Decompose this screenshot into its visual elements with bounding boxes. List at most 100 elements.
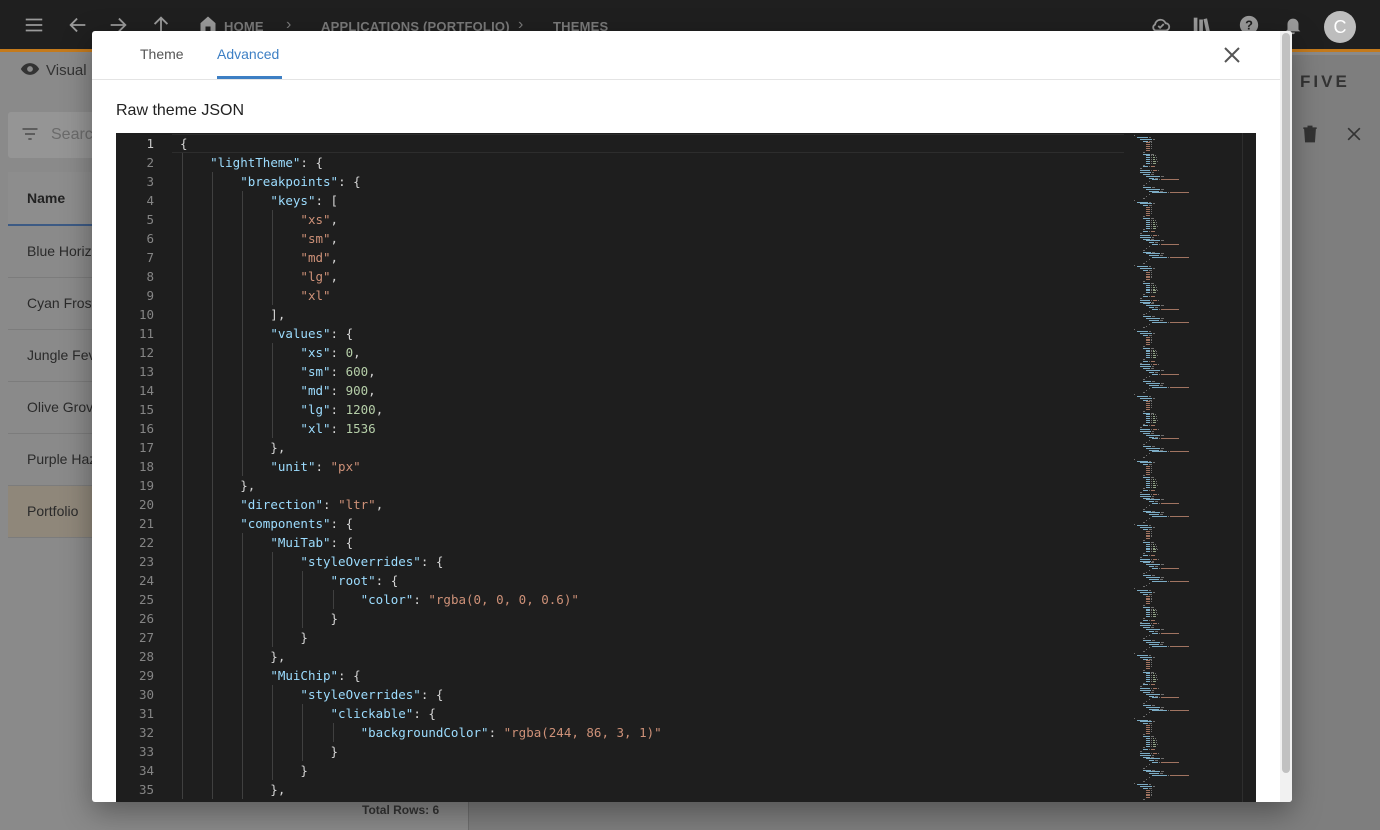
minimap-line [1150, 144, 1152, 146]
minimap-line [1134, 523, 1135, 525]
minimap-line [1156, 157, 1158, 159]
minimap-line [1143, 456, 1145, 458]
minimap-line [1151, 432, 1154, 434]
minimap-line [1150, 227, 1152, 229]
minimap-line [1152, 349, 1154, 351]
minimap-line [1156, 221, 1158, 223]
minimap-line [1156, 610, 1158, 612]
minimap-line [1150, 662, 1152, 664]
back-arrow-icon[interactable] [66, 14, 90, 38]
json-code-editor[interactable]: 1 2 3 4 5 6 7 8 9 10 11 12 13 14 15 16 17 18 19 20 21 22 23 24 2… [116, 133, 1256, 802]
minimap-line [1143, 153, 1151, 155]
minimap-line [1140, 623, 1150, 625]
minimap-line [1149, 712, 1150, 714]
minimap-line [1161, 382, 1165, 384]
minimap-line [1152, 192, 1168, 194]
minimap-line [1143, 345, 1145, 347]
minimap-line [1154, 349, 1156, 351]
minimap-line [1149, 449, 1159, 451]
line-number: 2 [146, 155, 154, 170]
minimap-line [1150, 739, 1152, 741]
minimap-line [1140, 621, 1142, 623]
minimap-line [1150, 419, 1152, 421]
dialog-scrollbar[interactable] [1280, 31, 1292, 802]
minimap-line [1146, 253, 1161, 255]
minimap-line [1140, 527, 1152, 529]
minimap-line [1150, 469, 1152, 471]
minimap-line [1146, 473, 1150, 475]
minimap-line [1152, 543, 1154, 545]
avatar[interactable]: C [1324, 11, 1356, 43]
tab-theme[interactable]: Theme [140, 46, 184, 62]
line-number: 27 [138, 630, 154, 645]
minimap-line [1146, 758, 1161, 760]
menu-icon[interactable] [22, 14, 46, 38]
minimap-line [1137, 525, 1148, 527]
minimap-line [1146, 220, 1150, 222]
minimap-line [1151, 347, 1154, 349]
minimap-line [1150, 405, 1152, 407]
minimap-line [1152, 357, 1157, 358]
minimap-line [1146, 595, 1150, 597]
minimap-line [1143, 432, 1151, 434]
minimap-line [1150, 468, 1152, 469]
minimap-line [1152, 332, 1156, 334]
editor-scrollbar[interactable] [1242, 133, 1256, 802]
minimap-line [1143, 281, 1145, 283]
code-line: "xs": 0, [300, 345, 361, 360]
minimap-line [1157, 160, 1159, 162]
minimap-line [1150, 421, 1152, 423]
minimap-line [1161, 188, 1165, 190]
minimap-line [1152, 762, 1159, 764]
minimap-line [1146, 499, 1161, 501]
minimap-line [1150, 743, 1152, 745]
list-item-label: Cyan Frost [27, 295, 96, 311]
close-icon[interactable] [1343, 124, 1365, 146]
minimap-line [1152, 614, 1157, 616]
minimap-line [1146, 741, 1150, 743]
minimap-line [1146, 406, 1150, 408]
minimap-line [1146, 421, 1150, 423]
minimap-line [1152, 527, 1156, 529]
minimap-line [1143, 627, 1151, 629]
minimap-line [1146, 312, 1147, 314]
minimap-line [1150, 558, 1152, 560]
close-icon[interactable] [1220, 43, 1244, 67]
dialog-scrollbar-thumb[interactable] [1282, 33, 1290, 773]
minimap-line [1152, 288, 1156, 290]
minimap-line [1143, 184, 1145, 186]
minimap-line [1150, 225, 1152, 227]
minimap-line [1149, 425, 1151, 427]
minimap-line [1152, 179, 1159, 181]
filter-icon[interactable] [20, 124, 40, 144]
line-number: 31 [138, 706, 154, 721]
minimap-line [1159, 697, 1161, 699]
tab-advanced[interactable]: Advanced [217, 46, 279, 62]
minimap-line [1143, 736, 1151, 738]
view-toggle[interactable]: Visual [20, 62, 87, 79]
minimap-line [1149, 375, 1150, 377]
minimap-line [1143, 619, 1149, 621]
minimap-line [1143, 510, 1152, 512]
minimap-line [1143, 314, 1145, 316]
code-line: } [180, 611, 339, 626]
minimap-line [1168, 192, 1170, 194]
editor-minimap[interactable] [1130, 133, 1242, 802]
minimap-line [1150, 212, 1152, 214]
minimap-line [1151, 425, 1155, 427]
minimap-line [1143, 251, 1152, 253]
minimap-line [1150, 210, 1152, 212]
delete-icon[interactable] [1299, 124, 1321, 146]
minimap-line [1150, 299, 1152, 301]
brand-logo: FIVE [1300, 72, 1350, 91]
minimap-line [1156, 547, 1158, 549]
minimap-line [1149, 255, 1159, 257]
minimap-line [1146, 273, 1150, 275]
minimap-line [1146, 614, 1150, 616]
code-line: "md", [300, 250, 339, 265]
minimap-line [1143, 425, 1149, 427]
line-number: 3 [146, 174, 154, 189]
minimap-line [1151, 412, 1154, 414]
minimap-line [1161, 369, 1165, 371]
code-line: } [180, 744, 339, 759]
